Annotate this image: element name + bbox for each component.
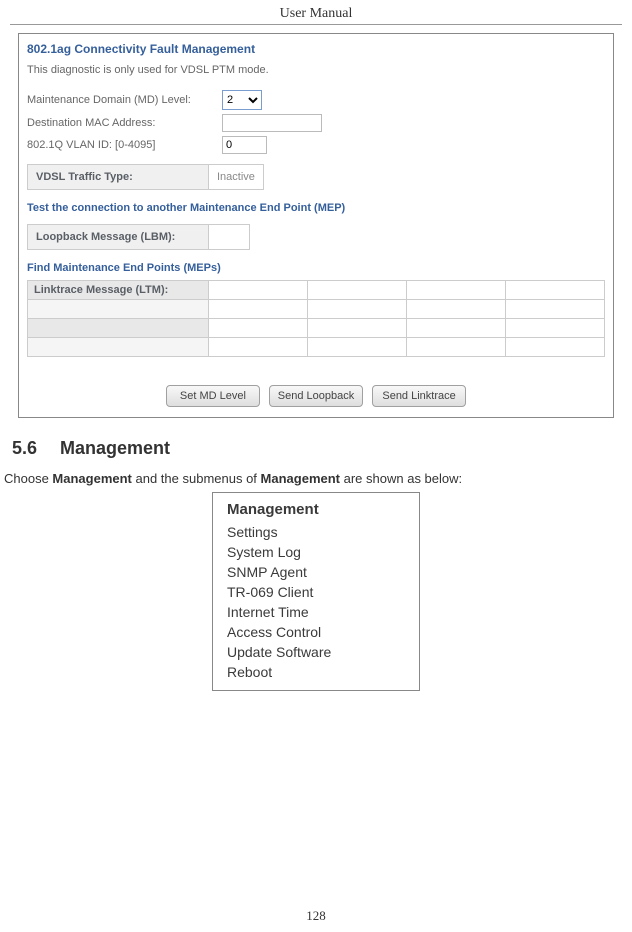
ltm-label-empty [28, 338, 208, 356]
ltm-cell [506, 281, 604, 299]
submenu-item-settings[interactable]: Settings [227, 524, 405, 540]
submenu-item-update-software[interactable]: Update Software [227, 644, 405, 660]
cfm-title: 802.1ag Connectivity Fault Management [27, 42, 605, 56]
md-level-label: Maintenance Domain (MD) Level: [27, 94, 222, 106]
submenu-item-internet-time[interactable]: Internet Time [227, 604, 405, 620]
ltm-cell [506, 319, 604, 337]
body-bold1: Management [52, 471, 131, 486]
section-title: Management [60, 438, 170, 458]
ltm-cell [308, 281, 406, 299]
md-level-select[interactable]: 2 [222, 90, 262, 110]
ltm-label-empty [28, 319, 208, 337]
ltm-cell [407, 281, 505, 299]
button-row: Set MD Level Send Loopback Send Linktrac… [27, 385, 605, 407]
section-number: 5.6 [12, 438, 60, 459]
submenu-item-tr069[interactable]: TR-069 Client [227, 584, 405, 600]
body-post: are shown as below: [340, 471, 462, 486]
ltm-cell [209, 338, 307, 356]
dest-mac-row: Destination MAC Address: [27, 114, 605, 132]
dest-mac-label: Destination MAC Address: [27, 117, 222, 129]
submenu-item-snmp-agent[interactable]: SNMP Agent [227, 564, 405, 580]
test-mep-heading: Test the connection to another Maintenan… [27, 202, 605, 214]
ltm-cell [407, 338, 505, 356]
submenu-item-system-log[interactable]: System Log [227, 544, 405, 560]
vlan-input[interactable] [222, 136, 267, 154]
vdsl-value-cell: Inactive [209, 165, 263, 189]
ltm-cell [407, 300, 505, 318]
management-submenu-screenshot: Management Settings System Log SNMP Agen… [212, 492, 420, 691]
submenu-item-reboot[interactable]: Reboot [227, 664, 405, 680]
page-header: User Manual [10, 0, 622, 25]
ltm-cell [308, 319, 406, 337]
ltm-cell [209, 319, 307, 337]
ltm-cell [308, 338, 406, 356]
section-heading: 5.6Management [12, 438, 632, 459]
lbm-value-cell [209, 225, 249, 249]
vlan-row: 802.1Q VLAN ID: [0-4095] [27, 136, 605, 154]
set-md-level-button[interactable]: Set MD Level [166, 385, 260, 407]
ltm-label-cell: Linktrace Message (LTM): [28, 281, 208, 299]
section-body: Choose Management and the submenus of Ma… [4, 471, 628, 486]
ltm-label-empty [28, 300, 208, 318]
lbm-table: Loopback Message (LBM): [27, 224, 250, 250]
body-mid: and the submenus of [132, 471, 261, 486]
vlan-label: 802.1Q VLAN ID: [0-4095] [27, 139, 222, 151]
ltm-cell [209, 281, 307, 299]
send-loopback-button[interactable]: Send Loopback [269, 385, 363, 407]
ltm-cell [407, 319, 505, 337]
ltm-cell [506, 338, 604, 356]
page-number: 128 [0, 908, 632, 924]
submenu-item-access-control[interactable]: Access Control [227, 624, 405, 640]
cfm-desc: This diagnostic is only used for VDSL PT… [27, 64, 605, 76]
body-bold2: Management [261, 471, 340, 486]
ltm-cell [506, 300, 604, 318]
ltm-cell [209, 300, 307, 318]
vdsl-table: VDSL Traffic Type: Inactive [27, 164, 264, 190]
vdsl-label-cell: VDSL Traffic Type: [28, 165, 208, 189]
find-mep-heading: Find Maintenance End Points (MEPs) [27, 262, 605, 274]
ltm-cell [308, 300, 406, 318]
send-linktrace-button[interactable]: Send Linktrace [372, 385, 466, 407]
submenu-head: Management [227, 501, 405, 518]
md-level-row: Maintenance Domain (MD) Level: 2 [27, 90, 605, 110]
ltm-table: Linktrace Message (LTM): [27, 280, 605, 357]
body-pre: Choose [4, 471, 52, 486]
cfm-screenshot: 802.1ag Connectivity Fault Management Th… [18, 33, 614, 418]
dest-mac-input[interactable] [222, 114, 322, 132]
lbm-label-cell: Loopback Message (LBM): [28, 225, 208, 249]
